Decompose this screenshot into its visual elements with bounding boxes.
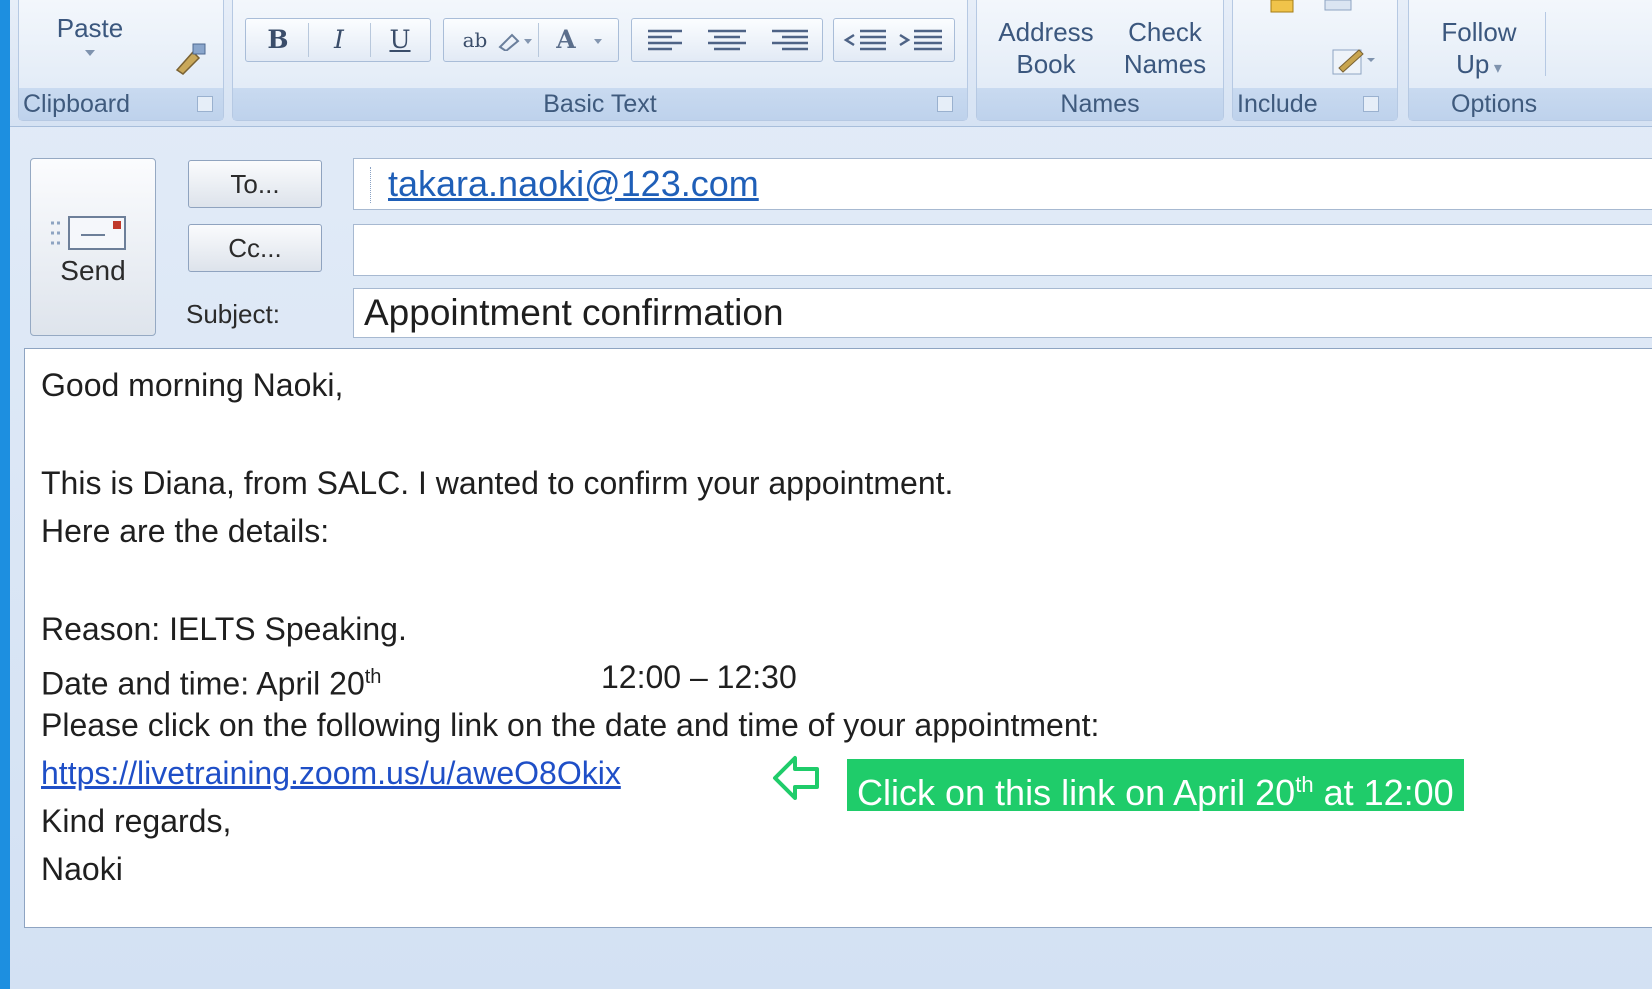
italic-button[interactable]: I bbox=[310, 19, 368, 61]
names-group-label: Names bbox=[977, 88, 1223, 120]
send-button[interactable]: Send bbox=[30, 158, 156, 336]
options-group: Follow Up ▾ Options bbox=[1408, 0, 1652, 121]
greeting-line: Good morning Naoki, bbox=[41, 367, 344, 403]
align-icons[interactable] bbox=[642, 27, 814, 55]
format-painter-icon[interactable] bbox=[169, 40, 209, 76]
chevron-down-icon bbox=[594, 39, 602, 44]
chevron-down-icon bbox=[85, 50, 95, 56]
send-envelope-icon bbox=[51, 216, 126, 250]
signature-icon[interactable] bbox=[1331, 44, 1375, 78]
signature-line: Naoki bbox=[41, 851, 123, 887]
subject-label: Subject: bbox=[186, 299, 280, 329]
color-buttons: ab A bbox=[443, 18, 619, 62]
attach-file-icon[interactable] bbox=[1269, 0, 1295, 16]
basic-text-group: B I U ab A Basic Text bbox=[232, 0, 968, 121]
chevron-down-icon bbox=[524, 39, 532, 44]
include-group: Include bbox=[1232, 0, 1398, 121]
recipient-address[interactable]: takara.naoki@123.com bbox=[388, 163, 759, 205]
subject-value: Appointment confirmation bbox=[364, 292, 784, 333]
cc-field[interactable] bbox=[353, 224, 1652, 276]
paste-button[interactable]: Paste bbox=[45, 12, 135, 44]
appointment-time: 12:00 – 12:30 bbox=[601, 659, 797, 695]
indent-icons[interactable] bbox=[842, 27, 948, 55]
email-compose-window: Paste Clipboard B I U ab A Basic Text Ad… bbox=[10, 0, 1652, 989]
message-body[interactable]: Good morning Naoki, This is Diana, from … bbox=[24, 348, 1652, 928]
basic-text-launcher-icon[interactable] bbox=[937, 96, 953, 112]
bold-button[interactable]: B bbox=[250, 19, 306, 61]
attach-item-icon[interactable] bbox=[1323, 0, 1353, 14]
link-instruction-line: Please click on the following link on th… bbox=[41, 707, 1100, 743]
follow-up-button[interactable]: Follow Up ▾ bbox=[1427, 16, 1531, 85]
indent-buttons bbox=[833, 18, 955, 62]
chevron-down-icon: ▾ bbox=[1489, 60, 1502, 77]
arrow-left-icon bbox=[773, 756, 819, 800]
highlight-button[interactable]: ab bbox=[450, 19, 500, 61]
send-label: Send bbox=[60, 255, 126, 286]
address-book-button[interactable]: Address Book bbox=[981, 16, 1111, 80]
underline-button[interactable]: U bbox=[372, 19, 428, 61]
date-time-line: Date and time: April 20th 12:00 – 12:30 bbox=[41, 655, 1041, 706]
to-field[interactable]: takara.naoki@123.com bbox=[353, 158, 1652, 210]
to-button[interactable]: To... bbox=[188, 160, 322, 208]
ribbon: Paste Clipboard B I U ab A Basic Text Ad… bbox=[10, 0, 1652, 127]
meeting-link[interactable]: https://livetraining.zoom.us/u/aweO8Okix bbox=[41, 751, 621, 795]
font-style-buttons: B I U bbox=[245, 18, 431, 62]
names-group: Address Book Check Names Names bbox=[976, 0, 1224, 121]
check-names-button[interactable]: Check Names bbox=[1107, 16, 1223, 80]
intro-line: This is Diana, from SALC. I wanted to co… bbox=[41, 465, 954, 501]
clipboard-launcher-icon[interactable] bbox=[197, 96, 213, 112]
annotation-callout: Click on this link on April 20th at 12:0… bbox=[847, 759, 1464, 813]
highlighter-icon bbox=[498, 33, 520, 51]
closing-line: Kind regards, bbox=[41, 803, 232, 839]
options-group-label: Options bbox=[1409, 88, 1652, 120]
clipboard-group: Paste Clipboard bbox=[18, 0, 224, 121]
cc-button[interactable]: Cc... bbox=[188, 224, 322, 272]
include-launcher-icon[interactable] bbox=[1363, 96, 1379, 112]
details-intro-line: Here are the details: bbox=[41, 513, 330, 549]
subject-field[interactable]: Appointment confirmation bbox=[353, 288, 1652, 338]
alignment-buttons bbox=[631, 18, 823, 62]
clipboard-group-label: Clipboard bbox=[19, 88, 223, 120]
basic-text-group-label: Basic Text bbox=[233, 88, 967, 120]
reason-line: Reason: IELTS Speaking. bbox=[41, 611, 407, 647]
font-color-button[interactable]: A bbox=[542, 19, 590, 61]
